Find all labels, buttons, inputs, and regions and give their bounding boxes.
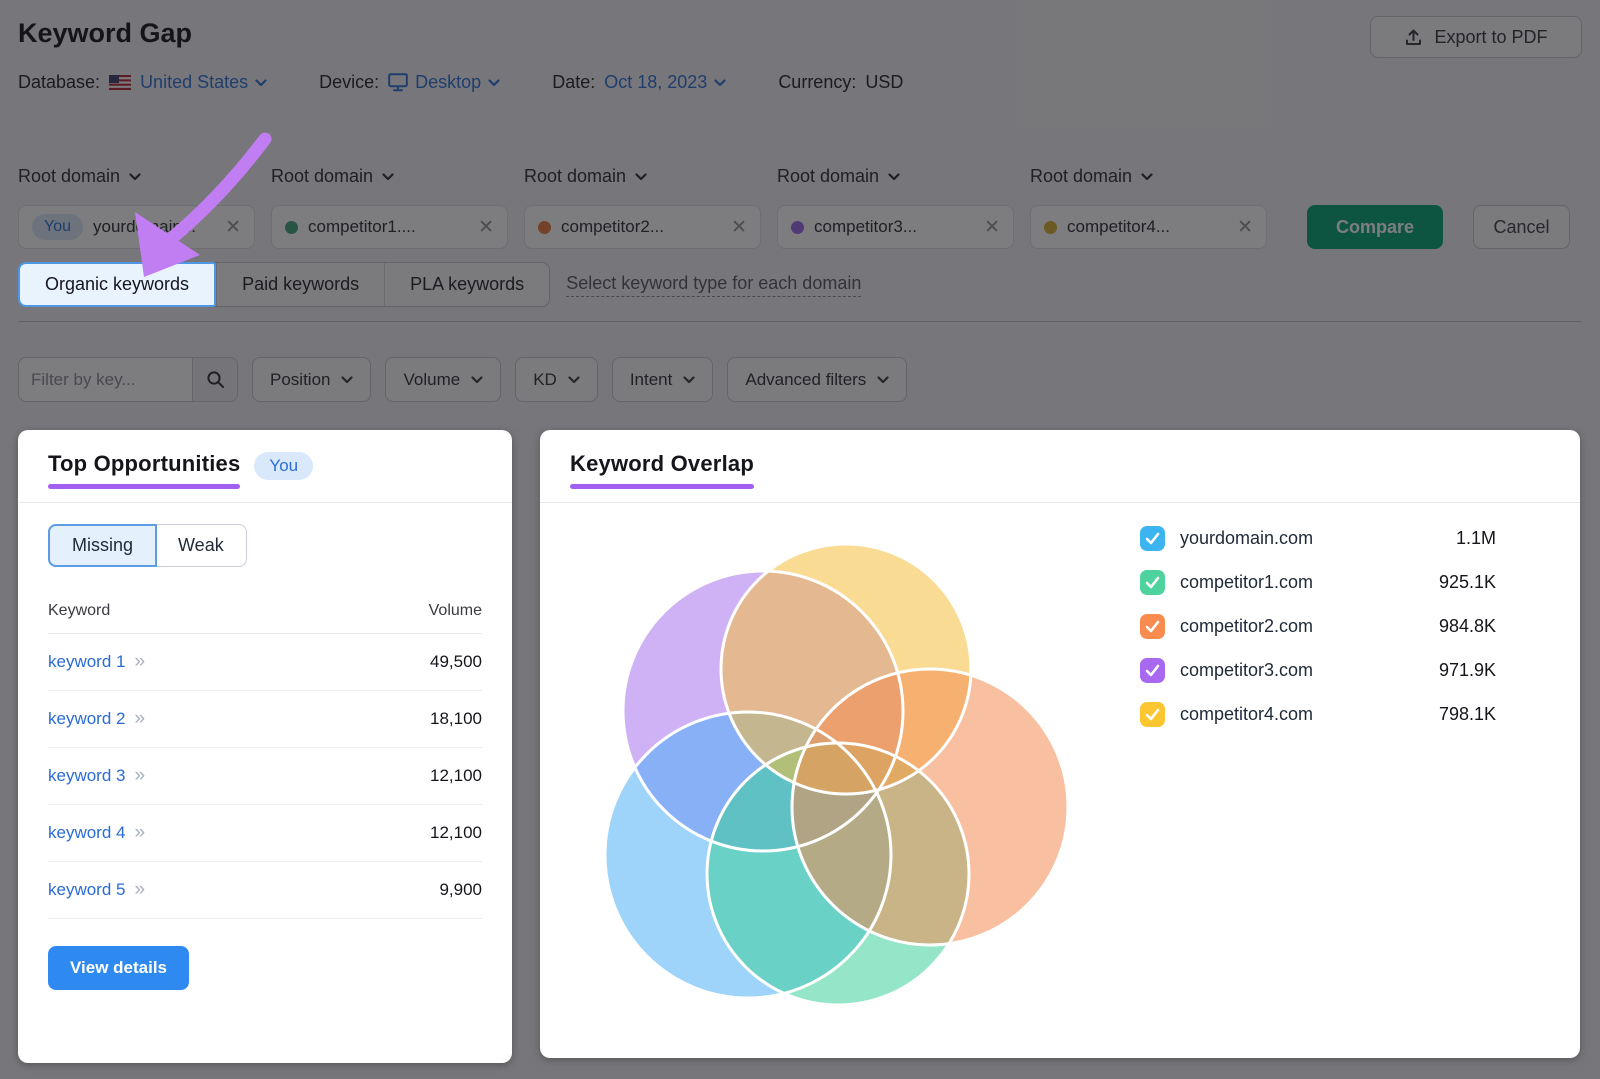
open-keyword-icon: » [134,708,145,730]
keyword-volume: 49,500 [430,652,482,672]
open-keyword-icon: » [134,651,145,673]
legend-row-competitor2: competitor2.com 984.8K [1140,604,1496,648]
top-opportunities-title: Top Opportunities [48,451,240,477]
keyword-link[interactable]: keyword 5» [48,879,145,901]
checkbox-yourdomain[interactable] [1140,526,1165,551]
missing-weak-toggle: Missing Weak [48,524,247,567]
checkmark-icon [1145,708,1160,721]
weak-tab[interactable]: Weak [156,525,246,566]
keyword-volume: 18,100 [430,709,482,729]
table-row: keyword 1» 49,500 [48,634,482,691]
missing-tab[interactable]: Missing [48,524,157,567]
keyword-link[interactable]: keyword 4» [48,822,145,844]
legend-value: 971.9K [1439,660,1496,681]
tutorial-arrow-icon [118,124,288,294]
checkbox-competitor3[interactable] [1140,658,1165,683]
keyword-volume: 12,100 [430,823,482,843]
legend-domain: competitor2.com [1180,616,1313,637]
keyword-link[interactable]: keyword 1» [48,651,145,673]
title-underline [570,484,754,489]
column-volume: Volume [429,602,482,620]
keyword-gap-page: Keyword Gap Export to PDF Database: Unit… [0,0,1600,1079]
keyword-overlap-panel: Keyword Overlap [540,430,1580,1058]
legend-row-yourdomain: yourdomain.com 1.1M [1140,516,1496,560]
legend-domain: competitor1.com [1180,572,1313,593]
keyword-overlap-header: Keyword Overlap [540,430,1580,503]
keyword-link[interactable]: keyword 3» [48,765,145,787]
legend-domain: yourdomain.com [1180,528,1313,549]
checkmark-icon [1145,576,1160,589]
view-details-button[interactable]: View details [48,946,189,990]
open-keyword-icon: » [134,765,145,787]
table-row: keyword 3» 12,100 [48,748,482,805]
you-badge: You [254,452,313,480]
legend-value: 984.8K [1439,616,1496,637]
table-column-headers: Keyword Volume [48,602,482,634]
legend-value: 1.1M [1456,528,1496,549]
keyword-volume: 12,100 [430,766,482,786]
legend-value: 798.1K [1439,704,1496,725]
open-keyword-icon: » [134,822,145,844]
keyword-overlap-title: Keyword Overlap [570,451,754,477]
legend-domain: competitor4.com [1180,704,1313,725]
legend-row-competitor4: competitor4.com 798.1K [1140,692,1496,736]
checkbox-competitor1[interactable] [1140,570,1165,595]
keyword-volume: 9,900 [439,880,482,900]
venn-legend: yourdomain.com 1.1M competitor1.com 925.… [1140,516,1496,736]
checkbox-competitor4[interactable] [1140,702,1165,727]
table-row: keyword 5» 9,900 [48,862,482,919]
open-keyword-icon: » [134,879,145,901]
checkmark-icon [1145,532,1160,545]
legend-domain: competitor3.com [1180,660,1313,681]
keyword-link[interactable]: keyword 2» [48,708,145,730]
legend-row-competitor3: competitor3.com 971.9K [1140,648,1496,692]
checkmark-icon [1145,664,1160,677]
top-opportunities-panel: Top Opportunities You Missing Weak Keywo… [18,430,512,1063]
checkbox-competitor2[interactable] [1140,614,1165,639]
venn-diagram [560,502,1120,1047]
table-row: keyword 4» 12,100 [48,805,482,862]
title-underline [48,484,240,489]
legend-row-competitor1: competitor1.com 925.1K [1140,560,1496,604]
legend-value: 925.1K [1439,572,1496,593]
table-row: keyword 2» 18,100 [48,691,482,748]
column-keyword: Keyword [48,602,110,620]
checkmark-icon [1145,620,1160,633]
top-opportunities-header: Top Opportunities You [18,430,512,503]
